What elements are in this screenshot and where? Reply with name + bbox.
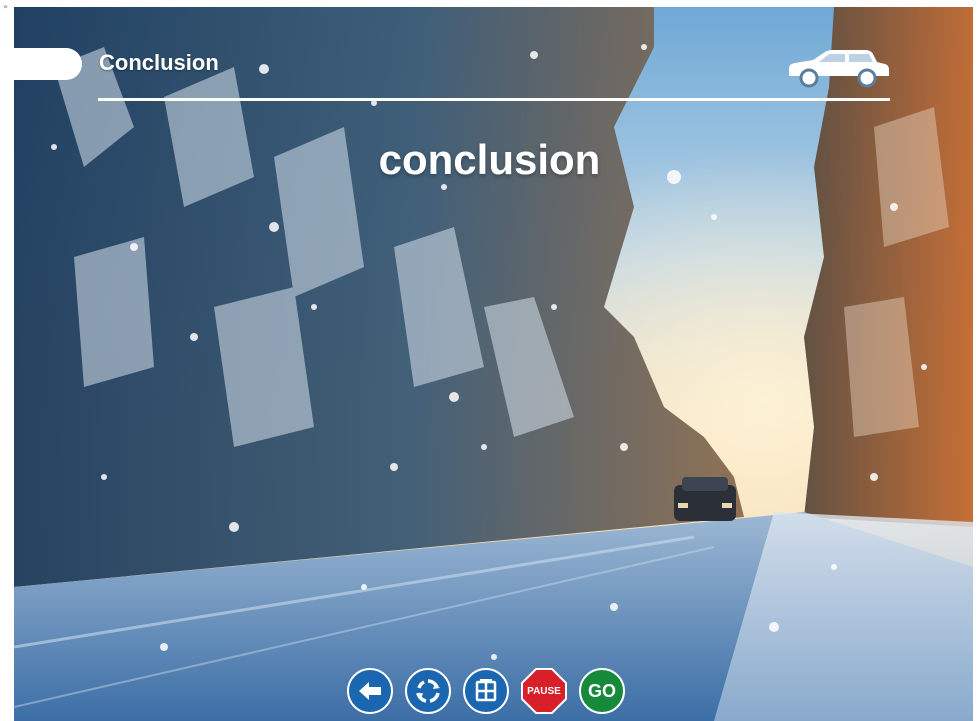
expand-marker-icon: »	[3, 2, 8, 11]
slide-heading: conclusion	[378, 136, 601, 183]
refresh-icon	[416, 679, 440, 703]
go-button[interactable]: GO	[579, 668, 625, 714]
header-divider	[98, 98, 890, 101]
navigation-bar: PAUSE GO	[347, 668, 625, 716]
header-title: Conclusion	[99, 50, 219, 75]
winter-road-background-image	[14, 7, 973, 721]
car-icon	[785, 46, 891, 88]
slide-stage: » Conclusion conclusion PAUSE GO	[0, 0, 979, 721]
replay-button[interactable]	[405, 668, 451, 714]
arrow-left-icon	[359, 682, 381, 700]
menu-button[interactable]	[463, 668, 509, 714]
back-button[interactable]	[347, 668, 393, 714]
header-tab-shape	[14, 48, 82, 80]
window-grid-icon	[475, 679, 497, 702]
pause-button[interactable]: PAUSE	[521, 668, 567, 714]
go-label: GO	[587, 680, 616, 701]
pause-label: PAUSE	[527, 685, 561, 697]
